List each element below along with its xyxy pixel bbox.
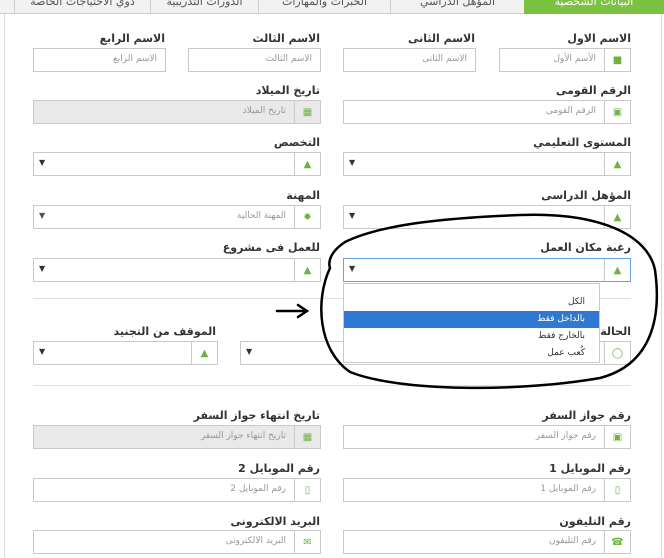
annotation-arrow bbox=[275, 303, 310, 319]
annotation-circle bbox=[320, 213, 659, 390]
annotation-overlay bbox=[275, 213, 659, 390]
